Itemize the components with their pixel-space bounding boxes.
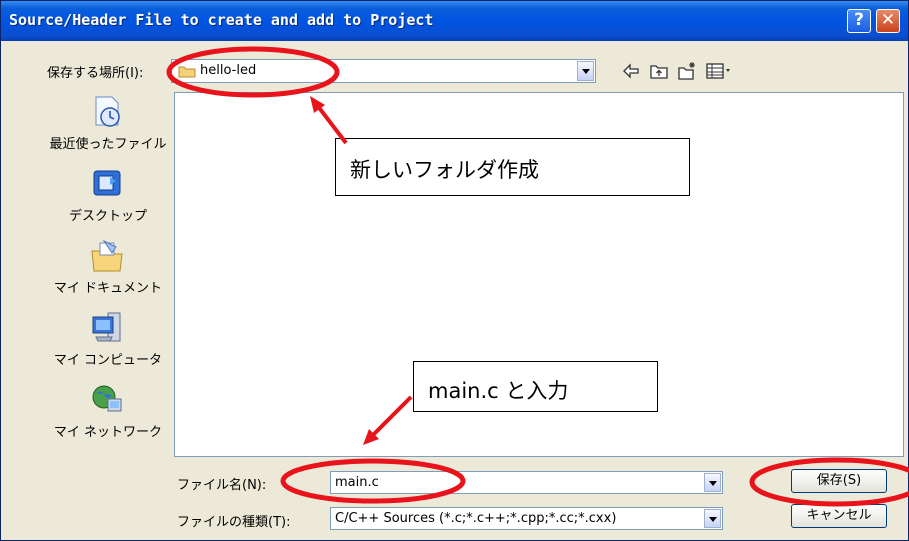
help-button[interactable]: ? (847, 9, 871, 33)
filename-input[interactable]: main.c (330, 471, 723, 494)
callout-enter-filename: main.c と入力 (413, 361, 658, 412)
place-label: マイ ドキュメント (53, 281, 163, 296)
save-dialog: Source/Header File to create and add to … (0, 0, 909, 541)
new-folder-icon[interactable] (677, 61, 697, 81)
callout-new-folder: 新しいフォルダ作成 (335, 138, 690, 196)
location-value: hello-led (200, 63, 257, 78)
place-label: 最近使ったファイル (49, 137, 167, 152)
place-label: マイ ネットワーク (53, 425, 163, 440)
filename-dropdown-button[interactable] (704, 473, 721, 492)
place-label: マイ コンピュータ (53, 353, 163, 368)
close-button[interactable]: ✕ (876, 9, 900, 33)
place-my-documents[interactable]: マイ ドキュメント (45, 237, 171, 303)
my-network-icon (92, 385, 122, 412)
location-dropdown-button[interactable] (577, 61, 594, 81)
back-arrow-icon[interactable] (621, 61, 641, 81)
filetype-value: C/C++ Sources (*.c;*.c++;*.cpp;*.cc;*.cx… (335, 511, 617, 526)
filetype-dropdown-button[interactable] (704, 509, 721, 528)
place-my-network[interactable]: マイ ネットワーク (45, 381, 171, 447)
callout-enter-filename-text: main.c と入力 (428, 379, 569, 403)
places-bar: 最近使ったファイル デスクトップ マイ ドキュメント マイ コンピュータ マイ … (45, 93, 171, 473)
folder-icon (178, 66, 196, 78)
view-menu-icon[interactable] (705, 61, 733, 81)
my-computer-icon (92, 312, 121, 342)
location-label: 保存する場所(I): (47, 66, 144, 81)
place-recent[interactable]: 最近使ったファイル (45, 93, 171, 159)
callout-new-folder-text: 新しいフォルダ作成 (350, 158, 539, 182)
title-bar: Source/Header File to create and add to … (1, 1, 908, 41)
filename-label: ファイル名(N): (177, 478, 267, 493)
up-folder-icon[interactable] (649, 61, 669, 81)
my-documents-icon (91, 239, 123, 272)
filename-value: main.c (335, 475, 379, 490)
desktop-icon (93, 170, 121, 196)
filetype-select[interactable]: C/C++ Sources (*.c;*.c++;*.cpp;*.cc;*.cx… (330, 507, 723, 530)
place-my-computer[interactable]: マイ コンピュータ (45, 309, 171, 375)
filetype-label: ファイルの種類(T): (177, 515, 291, 530)
location-combo[interactable]: hello-led (171, 59, 596, 83)
place-label: デスクトップ (68, 209, 147, 224)
save-button[interactable]: 保存(S) (791, 469, 887, 493)
place-desktop[interactable]: デスクトップ (45, 165, 171, 231)
cancel-button[interactable]: キャンセル (791, 504, 887, 528)
dialog-title: Source/Header File to create and add to … (9, 11, 434, 29)
recent-icon (95, 96, 120, 127)
